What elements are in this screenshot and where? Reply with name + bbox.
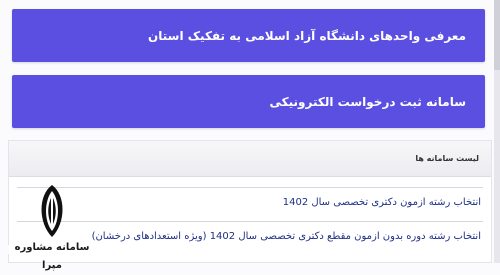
mepra-watermark: سامانه مشاوره مپرا bbox=[6, 183, 98, 271]
list-item-link[interactable]: انتخاب رشته آزمون دکتری تخصصی سال 1402 bbox=[283, 197, 481, 208]
scrollbar-thumb[interactable] bbox=[494, 0, 500, 70]
watermark-text: سامانه مشاوره مپرا bbox=[14, 242, 90, 271]
units-by-province-button[interactable]: معرفی واحدهای دانشگاه آزاد اسلامی به تفک… bbox=[12, 9, 485, 62]
page-scrollbar[interactable] bbox=[494, 0, 500, 263]
online-request-system-label: سامانه ثبت درخواست الکترونیکی bbox=[269, 94, 466, 109]
mepra-logo-icon bbox=[41, 185, 63, 237]
online-request-system-button[interactable]: سامانه ثبت درخواست الکترونیکی bbox=[12, 75, 485, 128]
list-item-link[interactable]: انتخاب رشته دوره بدون آزمون مقطع دکتری ت… bbox=[92, 231, 481, 242]
systems-list-header: لیست سامانه ها bbox=[9, 141, 491, 177]
units-by-province-label: معرفی واحدهای دانشگاه آزاد اسلامی به تفک… bbox=[148, 28, 466, 43]
systems-list-title: لیست سامانه ها bbox=[415, 154, 479, 163]
